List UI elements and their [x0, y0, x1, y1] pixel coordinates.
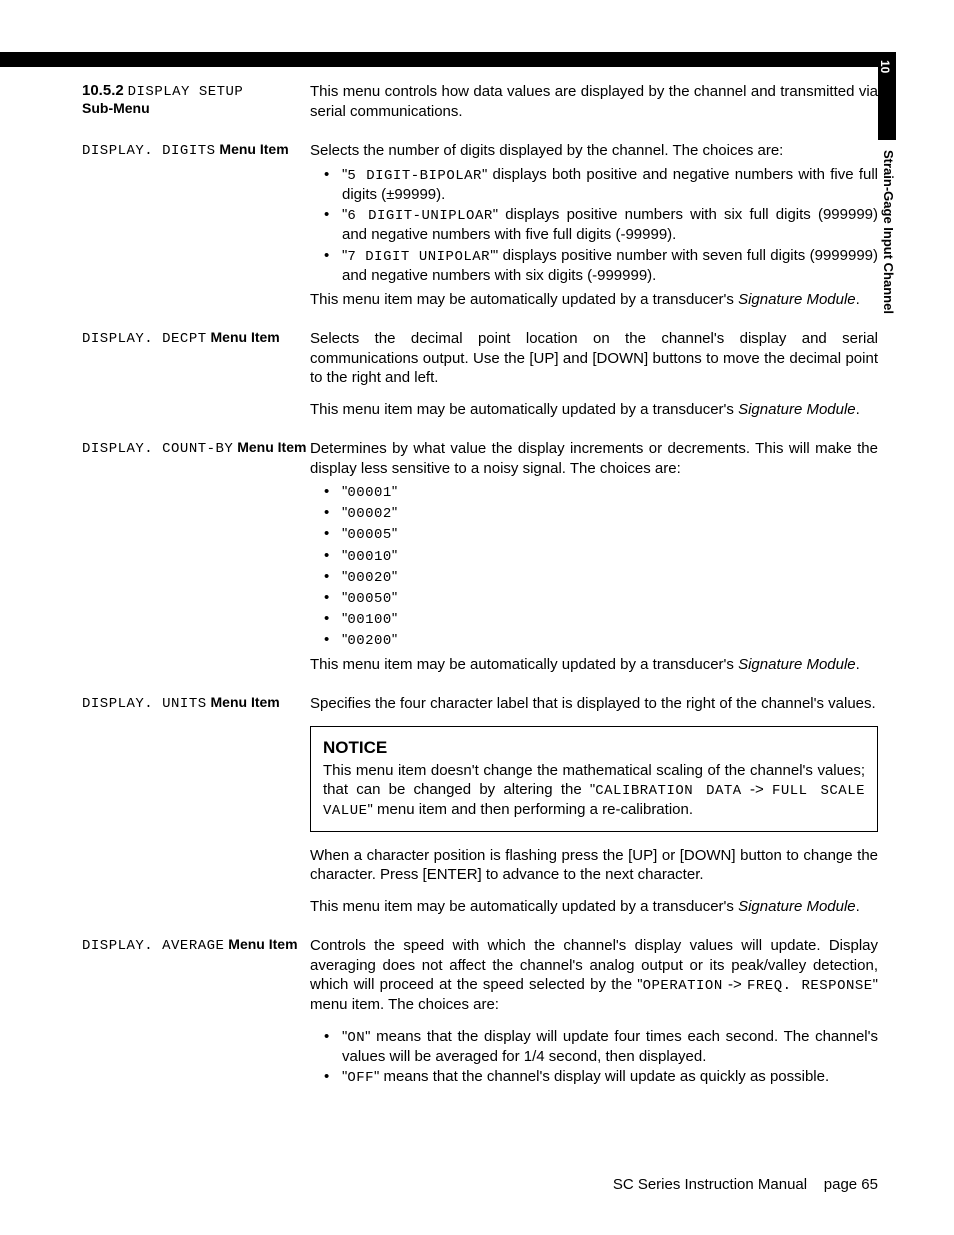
list-item: "OFF" means that the channel's display w…	[324, 1067, 878, 1087]
decpt-body: Selects the decimal point location on th…	[310, 329, 878, 419]
units-p1: Specifies the four character label that …	[310, 694, 878, 714]
list-item: "7 DIGIT UNIPOLAR'" displays positive nu…	[324, 246, 878, 286]
decpt-label-lcd: DISPLAY. DECPT	[82, 331, 207, 347]
text: This menu item may be automatically upda…	[310, 401, 738, 418]
section-header-row: 10.5.2 DISPLAY SETUP Sub-Menu This menu …	[82, 82, 878, 121]
lcd-text: 00050	[347, 591, 392, 607]
countby-body: Determines by what value the display inc…	[310, 439, 878, 674]
list-item: "00050"	[324, 588, 878, 608]
list-item: "00020"	[324, 567, 878, 587]
decpt-p1: Selects the decimal point location on th…	[310, 329, 878, 388]
countby-tail: This menu item may be automatically upda…	[310, 655, 878, 675]
section-title-lcd: DISPLAY SETUP	[128, 84, 244, 100]
decpt-tail: This menu item may be automatically upda…	[310, 400, 878, 420]
text: .	[856, 898, 860, 915]
notice-box: NOTICE This menu item doesn't change the…	[310, 726, 878, 832]
section-title-rest: Sub-Menu	[82, 100, 150, 116]
units-label-lcd: DISPLAY. UNITS	[82, 696, 207, 712]
text: .	[856, 656, 860, 673]
section-intro: This menu controls how data values are d…	[310, 82, 878, 121]
text: .	[856, 401, 860, 418]
countby-label: DISPLAY. COUNT-BY Menu Item	[82, 439, 310, 674]
digits-row: DISPLAY. DIGITS Menu Item Selects the nu…	[82, 141, 878, 309]
notice-title: NOTICE	[323, 737, 865, 759]
digits-tail: This menu item may be automatically upda…	[310, 290, 878, 310]
digits-intro: Selects the number of digits displayed b…	[310, 141, 878, 161]
text: .	[856, 291, 860, 308]
average-p1: Controls the speed with which the channe…	[310, 936, 878, 1015]
countby-label-suffix: Menu Item	[233, 439, 306, 455]
text: ->	[723, 976, 747, 993]
average-row: DISPLAY. AVERAGE Menu Item Controls the …	[82, 936, 878, 1092]
italic-text: Signature Module	[738, 291, 856, 308]
lcd-text: 00002	[347, 506, 392, 522]
list-item: "00100"	[324, 609, 878, 629]
countby-intro: Determines by what value the display inc…	[310, 439, 878, 478]
list-item: "00010"	[324, 546, 878, 566]
countby-label-lcd: DISPLAY. COUNT-BY	[82, 441, 233, 457]
lcd-text: OPERATION	[643, 978, 723, 994]
list-item: "5 DIGIT-BIPOLAR" displays both positive…	[324, 165, 878, 205]
units-p2: When a character position is flashing pr…	[310, 846, 878, 885]
text: This menu item may be automatically upda…	[310, 898, 738, 915]
decpt-label-suffix: Menu Item	[207, 329, 280, 345]
lcd-text: 00020	[347, 570, 392, 586]
list-item: "00002"	[324, 503, 878, 523]
lcd-text: 00005	[347, 527, 392, 543]
footer-title: SC Series Instruction Manual	[613, 1176, 807, 1193]
italic-text: Signature Module	[738, 401, 856, 418]
digits-body: Selects the number of digits displayed b…	[310, 141, 878, 309]
units-label: DISPLAY. UNITS Menu Item	[82, 694, 310, 916]
italic-text: Signature Module	[738, 656, 856, 673]
units-label-suffix: Menu Item	[207, 694, 280, 710]
lcd-text: FREQ. RESPONSE	[747, 978, 873, 994]
lcd-text: 00200	[347, 633, 392, 649]
lcd-text: CALIBRATION DATA	[595, 783, 741, 799]
list-item: "6 DIGIT-UNIPLOAR" displays positive num…	[324, 205, 878, 245]
average-label-suffix: Menu Item	[224, 936, 297, 952]
text: " means that the display will update fou…	[342, 1028, 878, 1065]
lcd-text: 7 DIGIT UNIPOLAR	[347, 249, 490, 265]
decpt-row: DISPLAY. DECPT Menu Item Selects the dec…	[82, 329, 878, 419]
text: This menu item may be automatically upda…	[310, 656, 738, 673]
average-body: Controls the speed with which the channe…	[310, 936, 878, 1092]
text: " menu item and then performing a re-cal…	[368, 801, 694, 818]
section-heading: 10.5.2 DISPLAY SETUP Sub-Menu	[82, 82, 310, 121]
section-number: 10.5.2	[82, 82, 124, 99]
lcd-text: OFF	[347, 1070, 374, 1086]
average-label: DISPLAY. AVERAGE Menu Item	[82, 936, 310, 1092]
average-list: "ON" means that the display will update …	[310, 1027, 878, 1088]
units-tail: This menu item may be automatically upda…	[310, 897, 878, 917]
list-item: "00001"	[324, 482, 878, 502]
footer-page: page 65	[824, 1176, 878, 1193]
lcd-text: 5 DIGIT-BIPOLAR	[347, 168, 482, 184]
decpt-label: DISPLAY. DECPT Menu Item	[82, 329, 310, 419]
list-item: "00005"	[324, 524, 878, 544]
units-body: Specifies the four character label that …	[310, 694, 878, 916]
lcd-text: 6 DIGIT-UNIPLOAR	[347, 208, 492, 224]
italic-text: Signature Module	[738, 898, 856, 915]
text: " means that the channel's display will …	[374, 1068, 829, 1085]
lcd-text: 00010	[347, 549, 392, 565]
page-footer: SC Series Instruction Manual page 65	[613, 1176, 878, 1193]
digits-label: DISPLAY. DIGITS Menu Item	[82, 141, 310, 309]
units-row: DISPLAY. UNITS Menu Item Specifies the f…	[82, 694, 878, 916]
header-bar	[0, 52, 878, 67]
list-item: "ON" means that the display will update …	[324, 1027, 878, 1067]
text: This menu item may be automatically upda…	[310, 291, 738, 308]
average-label-lcd: DISPLAY. AVERAGE	[82, 938, 224, 954]
lcd-text: ON	[347, 1030, 365, 1046]
digits-list: "5 DIGIT-BIPOLAR" displays both positive…	[310, 165, 878, 286]
text: ->	[742, 781, 772, 798]
lcd-text: 00001	[347, 485, 392, 501]
chapter-number: 10	[878, 60, 892, 73]
page-content: 10.5.2 DISPLAY SETUP Sub-Menu This menu …	[82, 82, 878, 1106]
list-item: "00200"	[324, 630, 878, 650]
lcd-text: 00100	[347, 612, 392, 628]
countby-row: DISPLAY. COUNT-BY Menu Item Determines b…	[82, 439, 878, 674]
digits-label-suffix: Menu Item	[216, 141, 289, 157]
digits-label-lcd: DISPLAY. DIGITS	[82, 143, 216, 159]
chapter-title: Strain-Gage Input Channel	[878, 150, 896, 314]
countby-list: "00001" "00002" "00005" "00010" "00020" …	[310, 482, 878, 651]
